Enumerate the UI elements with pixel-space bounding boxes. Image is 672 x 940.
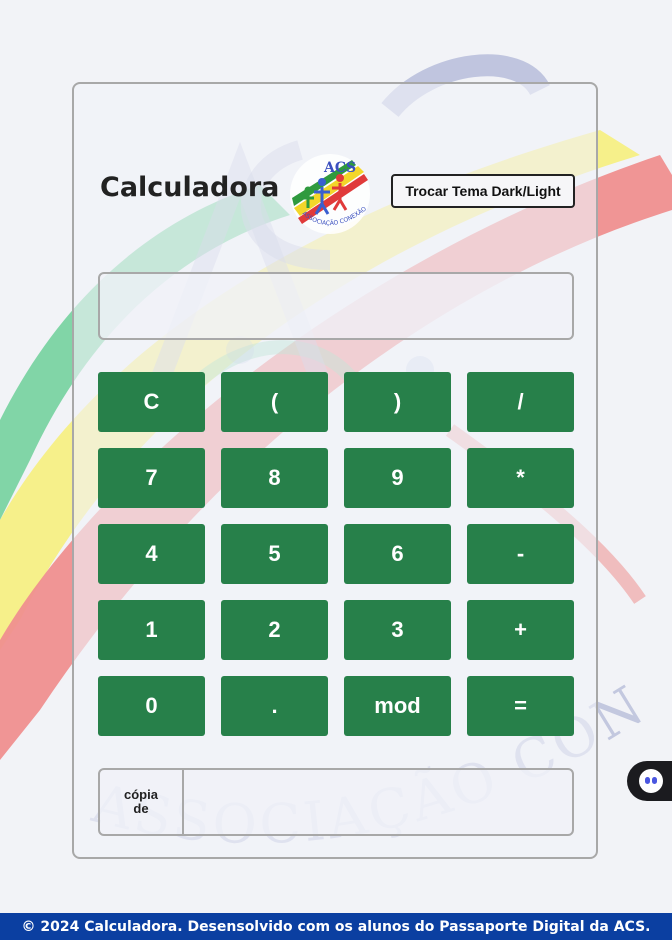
page-footer: © 2024 Calculadora. Desensolvido com os … [0, 913, 672, 940]
digit-0-button[interactable]: 0 [98, 676, 205, 736]
digit-9-button[interactable]: 9 [344, 448, 451, 508]
chat-bot-icon [639, 769, 663, 793]
subtract-button[interactable]: - [467, 524, 574, 584]
equals-button[interactable]: = [467, 676, 574, 736]
digit-5-button[interactable]: 5 [221, 524, 328, 584]
clear-button[interactable]: C [98, 372, 205, 432]
close-paren-button[interactable]: ) [344, 372, 451, 432]
chat-widget-button[interactable] [627, 761, 672, 801]
open-paren-button[interactable]: ( [221, 372, 328, 432]
digit-7-button[interactable]: 7 [98, 448, 205, 508]
digit-3-button[interactable]: 3 [344, 600, 451, 660]
multiply-button[interactable]: * [467, 448, 574, 508]
add-button[interactable]: + [467, 600, 574, 660]
digit-4-button[interactable]: 4 [98, 524, 205, 584]
decimal-button[interactable]: . [221, 676, 328, 736]
digit-2-button[interactable]: 2 [221, 600, 328, 660]
calculator-display[interactable] [98, 272, 574, 340]
svg-text:ACS: ACS [323, 160, 356, 176]
digit-1-button[interactable]: 1 [98, 600, 205, 660]
divide-button[interactable]: / [467, 372, 574, 432]
copy-button[interactable]: cópia de [100, 770, 184, 834]
copy-section: cópia de [98, 768, 574, 836]
digit-6-button[interactable]: 6 [344, 524, 451, 584]
theme-toggle-button[interactable]: Trocar Tema Dark/Light [391, 174, 575, 208]
mod-button[interactable]: mod [344, 676, 451, 736]
calculator-header: Calculadora ACS ASSOCIAÇÃO CONEXÃO SOCIA… [100, 147, 576, 236]
page-title: Calculadora [100, 172, 280, 203]
acs-logo: ACS ASSOCIAÇÃO CONEXÃO SOCIAL [286, 147, 372, 236]
calculator-card: Calculadora ACS ASSOCIAÇÃO CONEXÃO SOCIA… [72, 82, 598, 859]
keypad: C () / 7 8 9 * 4 5 6- 1 2 3 +0. mod = [98, 372, 576, 736]
digit-8-button[interactable]: 8 [221, 448, 328, 508]
copy-output-field[interactable] [184, 770, 572, 834]
